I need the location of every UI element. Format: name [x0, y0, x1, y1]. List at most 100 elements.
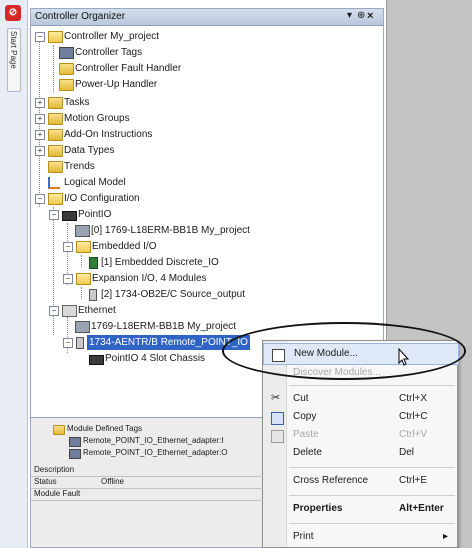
paste-icon [271, 430, 284, 443]
menu-label: Delete [293, 447, 322, 458]
menu-separator [289, 467, 455, 468]
panel-titlebar: Controller Organizer ▾ ⊕ × [31, 9, 383, 26]
expand-icon[interactable]: + [35, 98, 45, 108]
expand-icon[interactable]: + [35, 130, 45, 140]
menu-item-print[interactable]: Print ▸ [263, 527, 457, 547]
app-logo-icon: ⊘ [5, 5, 21, 21]
detail-row-label: Module Fault [34, 489, 81, 498]
menu-label: Paste [293, 429, 319, 440]
detail-tag-label: Remote_POINT_IO_Ethernet_adapter:O [83, 448, 228, 457]
adapter-module-icon [76, 337, 84, 349]
folder-icon [48, 129, 63, 141]
scissors-icon: ✂ [271, 392, 281, 404]
menu-shortcut: Ctrl+V [399, 429, 428, 440]
collapse-icon[interactable]: − [35, 32, 45, 42]
menu-shortcut: Ctrl+C [399, 411, 428, 422]
menu-label: Print [293, 531, 314, 542]
panel-title: Controller Organizer [35, 11, 126, 22]
tree-label: PointIO [78, 209, 112, 220]
mouse-cursor-icon [398, 348, 410, 366]
detail-header-label: Module Defined Tags [67, 424, 143, 433]
tags-icon [69, 449, 81, 459]
io-module-icon [89, 289, 97, 301]
tree-label: Power-Up Handler [75, 79, 158, 90]
detail-tag-label: Remote_POINT_IO_Ethernet_adapter:I [83, 436, 224, 445]
menu-item-delete[interactable]: Delete Del [263, 443, 457, 463]
folder-icon [53, 425, 65, 435]
tree-line [81, 255, 82, 267]
tree-label: PointIO 4 Slot Chassis [105, 353, 206, 364]
folder-open-icon [48, 193, 63, 205]
logical-model-icon [48, 177, 60, 189]
tree-line [39, 41, 40, 207]
tree-label: [1] Embedded Discrete_IO [101, 257, 219, 268]
io-module-icon [89, 257, 98, 269]
start-page-tab[interactable]: Start Page [7, 28, 21, 92]
tree-line [53, 45, 54, 93]
controller-module-icon [75, 225, 90, 237]
chassis-icon [62, 211, 77, 221]
close-icon[interactable]: × [367, 10, 373, 22]
menu-separator [289, 495, 455, 496]
tree-label: Add-On Instructions [64, 129, 153, 140]
tree-line [81, 287, 82, 299]
tree-label: Data Types [64, 145, 115, 156]
tree-label: 1769-L18ERM-BB1B My_project [91, 321, 237, 332]
menu-label: Cross Reference [293, 475, 369, 486]
tree-label: Trends [64, 161, 95, 172]
chassis-icon [89, 355, 104, 365]
tree-label: Embedded I/O [92, 241, 157, 252]
tree-label: Tasks [64, 97, 90, 108]
copy-icon [271, 412, 284, 425]
tree-label: Controller My_project [64, 31, 160, 42]
tree-label: Logical Model [64, 177, 126, 188]
menu-item-paste[interactable]: Paste Ctrl+V [263, 425, 457, 445]
submenu-arrow-icon: ▸ [443, 531, 449, 542]
left-tab-strip: ⊘ Start Page [0, 0, 28, 548]
menu-item-cross-reference[interactable]: Cross Reference Ctrl+E [263, 471, 457, 491]
detail-row-label: Description [34, 465, 75, 474]
tags-icon [69, 437, 81, 447]
collapse-icon[interactable]: − [49, 210, 59, 220]
tree-label: I/O Configuration [64, 193, 140, 204]
tree-label: Controller Tags [75, 47, 143, 58]
folder-icon [48, 113, 63, 125]
highlight-ellipse [222, 322, 466, 380]
start-page-tab-label: Start Page [9, 31, 18, 69]
menu-item-cut[interactable]: ✂ Cut Ctrl+X [263, 389, 457, 409]
folder-icon [59, 63, 74, 75]
menu-separator [289, 523, 455, 524]
collapse-icon[interactable]: − [63, 274, 73, 284]
menu-separator [289, 385, 455, 386]
collapse-icon[interactable]: − [49, 306, 59, 316]
folder-icon [48, 97, 63, 109]
tree-label: Ethernet [78, 305, 116, 316]
folder-open-icon [48, 31, 63, 43]
folder-open-icon [76, 273, 91, 285]
collapse-icon[interactable]: − [63, 338, 73, 348]
menu-item-properties[interactable]: Properties Alt+Enter [263, 499, 457, 519]
menu-label: Copy [293, 411, 317, 422]
menu-shortcut: Del [399, 447, 415, 458]
expand-icon[interactable]: + [35, 146, 45, 156]
menu-label: Cut [293, 393, 309, 404]
menu-shortcut: Ctrl+X [399, 393, 428, 404]
tree-label: [0] 1769-L18ERM-BB1B My_project [91, 225, 250, 236]
tree-label: Motion Groups [64, 113, 130, 124]
folder-icon [48, 145, 63, 157]
menu-item-copy[interactable]: Copy Ctrl+C [263, 407, 457, 427]
folder-icon [48, 161, 63, 173]
expand-icon[interactable]: + [35, 114, 45, 124]
pin-icon[interactable]: ⊕ [357, 10, 365, 21]
panel-menu-icon[interactable]: ▾ [347, 10, 352, 21]
collapse-icon[interactable]: − [63, 242, 73, 252]
ethernet-network-icon [62, 305, 77, 317]
detail-row-label: Status [34, 477, 57, 486]
detail-row-value: Offline [101, 477, 124, 486]
tags-icon [59, 47, 74, 59]
menu-label: Properties [293, 503, 343, 514]
detail-row: Module Fault [31, 488, 261, 501]
tree-label: Controller Fault Handler [75, 63, 182, 74]
folder-icon [59, 79, 74, 91]
collapse-icon[interactable]: − [35, 194, 45, 204]
